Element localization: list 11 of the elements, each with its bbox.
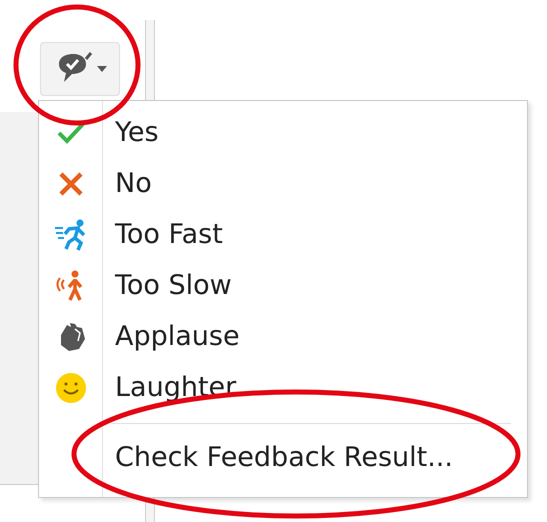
menu-item[interactable]: No [39,158,527,209]
menu-item[interactable]: Too Slow [39,260,527,311]
feedback-button[interactable] [40,42,120,96]
menu-item[interactable]: Check Feedback Result... [39,432,527,483]
caret-icon [97,66,107,72]
menu-item[interactable]: Too Fast [39,209,527,260]
menu-item[interactable]: Applause [39,311,527,362]
cross-icon [58,170,84,196]
running-person-icon [54,218,88,250]
menu-item[interactable]: Yes [39,107,527,158]
smiley-icon [55,372,87,404]
